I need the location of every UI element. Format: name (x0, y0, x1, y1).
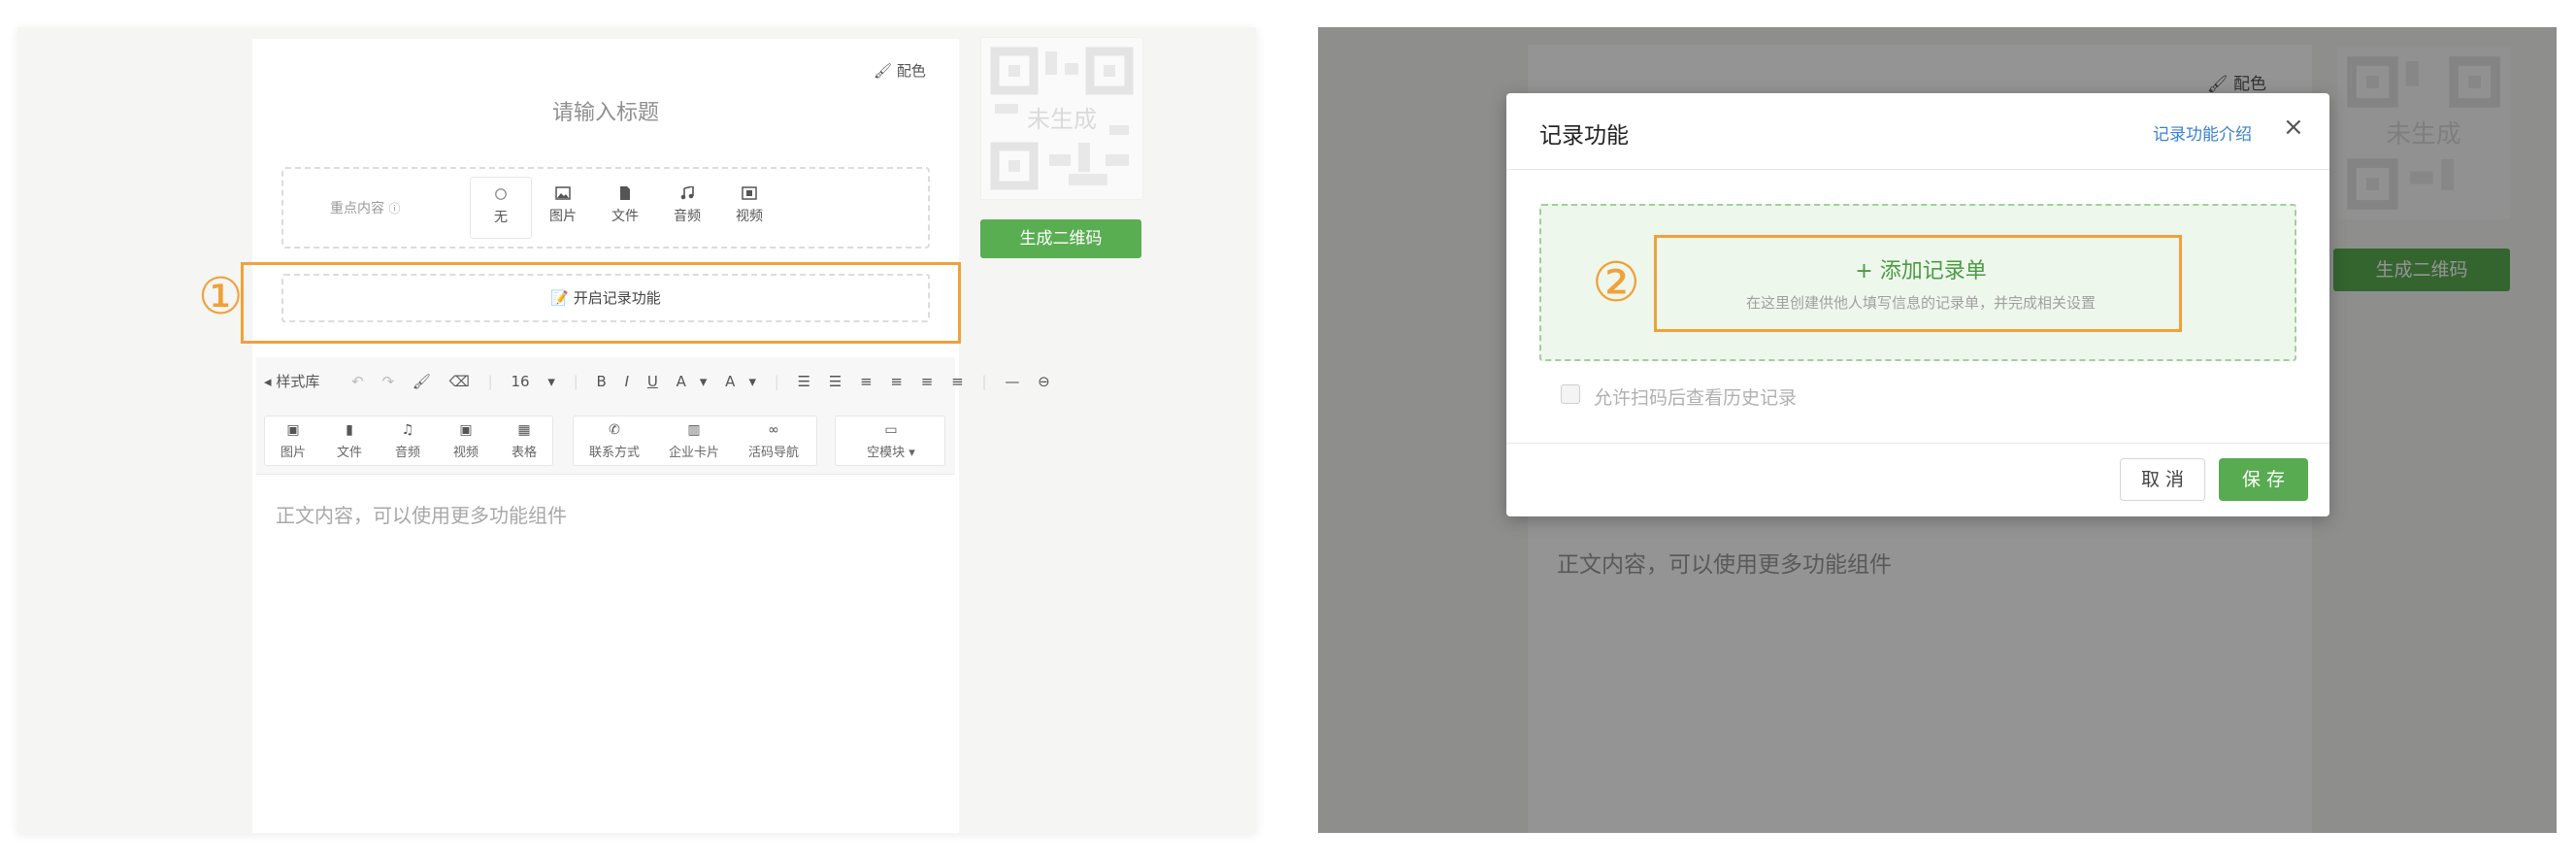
record-intro-link[interactable]: 记录功能介绍 (2153, 120, 2252, 145)
body-content-input[interactable]: 正文内容，可以使用更多功能组件 (276, 500, 567, 528)
building-icon: ▥ (687, 422, 701, 438)
component-insert-group: ✆ 联系方式 ▥ 企业卡片 ∞ 活码导航 (573, 415, 817, 466)
undo-icon[interactable]: ↶ (351, 373, 364, 390)
style-library-button[interactable]: ◂ 样式库 (264, 373, 333, 390)
svg-text:未生成: 未生成 (1027, 106, 1097, 133)
align-right-icon[interactable]: ≡ (921, 373, 934, 390)
underline-button[interactable]: U (647, 373, 658, 390)
step2-highlight-frame[interactable]: + 添加记录单 在这里创建供他人填写信息的记录单，并完成相关设置 (1654, 235, 2182, 332)
key-option-video[interactable]: 视频 (718, 177, 780, 239)
align-left-icon[interactable]: ≡ (860, 373, 873, 390)
allow-history-checkbox[interactable] (1561, 384, 1580, 404)
insert-image-button[interactable]: ▣ 图片 (265, 420, 321, 460)
editor-panel-step1: 🖌 配色 请输入标题 重点内容 ⓘ 无 图片 文件 音频 视频 ① 📝 开启记录… (17, 27, 1256, 833)
document-editor: 🖌 配色 请输入标题 重点内容 ⓘ 无 图片 文件 音频 视频 ① 📝 开启记录… (198, 39, 1050, 833)
generate-qr-button[interactable]: 生成二维码 (980, 219, 1141, 258)
enable-record-button[interactable]: 📝 开启记录功能 (281, 274, 930, 322)
italic-button[interactable]: I (625, 373, 629, 390)
highlight-button[interactable]: A ▾ (725, 373, 756, 390)
font-color-button[interactable]: A ▾ (677, 373, 708, 390)
save-button[interactable]: 保 存 (2219, 458, 2308, 501)
image-icon (555, 186, 571, 200)
key-option-audio[interactable]: 音频 (656, 177, 718, 239)
key-content-selector: 重点内容 ⓘ 无 图片 文件 音频 视频 (281, 167, 930, 249)
justify-icon[interactable]: ≡ (951, 373, 964, 390)
phone-icon: ✆ (609, 422, 620, 438)
circle-icon (495, 188, 507, 200)
qr-code-image: 未生成 (990, 47, 1134, 190)
align-center-icon[interactable]: ≡ (890, 373, 903, 390)
dialog-title: 记录功能 (1539, 123, 1629, 149)
table-icon: ▦ (517, 422, 531, 438)
key-content-label: 重点内容 ⓘ (330, 201, 401, 216)
image-icon: ▣ (286, 422, 300, 438)
font-size-select[interactable]: 16 ▾ (512, 373, 555, 390)
file-icon: ▮ (346, 422, 353, 438)
help-icon: ⓘ (388, 202, 401, 216)
bold-button[interactable]: B (597, 373, 607, 390)
redo-icon[interactable]: ↷ (381, 373, 394, 390)
footer-divider (1506, 443, 2329, 444)
divider-icon[interactable]: — (1005, 373, 1019, 390)
insert-audio-button[interactable]: ♫ 音频 (380, 420, 436, 460)
insert-table-button[interactable]: ▦ 表格 (496, 420, 552, 460)
add-record-description: 在这里创建供他人填写信息的记录单，并完成相关设置 (1745, 294, 2096, 312)
add-record-area: ② + 添加记录单 在这里创建供他人填写信息的记录单，并完成相关设置 (1539, 204, 2296, 361)
music-note-icon (680, 186, 694, 200)
cancel-button[interactable]: 取 消 (2120, 458, 2205, 501)
ordered-list-icon[interactable]: ☰ (798, 373, 810, 390)
add-record-button[interactable]: + 添加记录单 (1657, 253, 2185, 284)
music-note-icon: ♫ (401, 422, 414, 438)
insert-video-button[interactable]: ▣ 视频 (438, 420, 494, 460)
video-icon: ▣ (459, 422, 473, 438)
insert-empty-module-button[interactable]: ▭ 空模块 ▾ (840, 420, 942, 460)
step1-marker: ① (198, 268, 244, 326)
module-icon: ▭ (884, 422, 898, 438)
close-icon[interactable]: × (2283, 113, 2304, 142)
insert-code-nav-button[interactable]: ∞ 活码导航 (735, 420, 812, 460)
link-icon[interactable]: ⊖ (1038, 373, 1050, 390)
insert-contact-button[interactable]: ✆ 联系方式 (578, 420, 651, 460)
key-option-none[interactable]: 无 (470, 177, 532, 239)
media-insert-group: ▣ 图片 ▮ 文件 ♫ 音频 ▣ 视频 ▦ 表格 (264, 415, 553, 466)
record-icon: 📝 (550, 289, 569, 307)
clear-format-icon[interactable]: ⌫ (449, 373, 470, 390)
unordered-list-icon[interactable]: ☰ (829, 373, 842, 390)
paint-icon: 🖌 (874, 62, 893, 80)
key-option-image[interactable]: 图片 (532, 177, 594, 239)
link-icon: ∞ (768, 422, 779, 438)
file-icon (620, 186, 630, 200)
video-icon (742, 186, 757, 200)
allow-history-label: 允许扫码后查看历史记录 (1594, 387, 1798, 409)
step2-marker: ② (1592, 251, 1641, 315)
insert-file-button[interactable]: ▮ 文件 (321, 420, 378, 460)
key-option-file[interactable]: 文件 (594, 177, 656, 239)
record-function-dialog: 记录功能 记录功能介绍 × ② + 添加记录单 在这里创建供他人填写信息的记录单… (1506, 93, 2329, 516)
format-painter-icon[interactable]: 🖌 (413, 373, 431, 390)
empty-module-group: ▭ 空模块 ▾ (835, 415, 945, 466)
header-divider (1506, 169, 2329, 170)
color-scheme-link[interactable]: 🖌 配色 (874, 60, 926, 81)
qr-code-placeholder: 未生成 (980, 37, 1143, 200)
editor-toolbar: ◂ 样式库 ↶ ↷ 🖌 ⌫ | 16 ▾ | B I U A ▾ A ▾ | ☰ ☰… (256, 357, 1050, 475)
title-input[interactable]: 请输入标题 (252, 95, 959, 126)
insert-company-card-button[interactable]: ▥ 企业卡片 (657, 420, 731, 460)
editor-panel-step2: 🖌 配色 正文内容，可以使用更多功能组件 未生成 生成二维码 记录功能 记录功能… (1318, 27, 2557, 833)
formatting-row: ◂ 样式库 ↶ ↷ 🖌 ⌫ | 16 ▾ | B I U A ▾ A ▾ | ☰ ☰… (264, 373, 1050, 390)
